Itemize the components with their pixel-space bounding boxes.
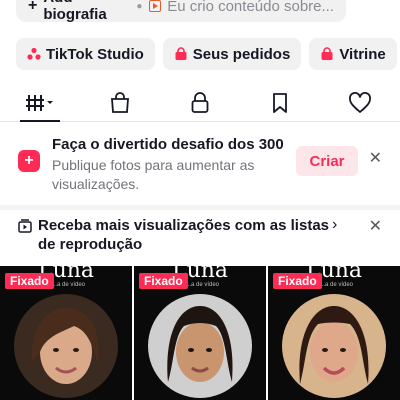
portrait-image <box>282 294 386 398</box>
heart-icon <box>349 91 371 113</box>
playlist-banner[interactable]: Receba mais visualizações com as listas … <box>0 210 400 266</box>
quick-actions: TikTok Studio Seus pedidos Vitrine <box>16 38 397 70</box>
tab-videos[interactable] <box>0 84 80 121</box>
shop-icon <box>320 47 334 61</box>
portrait-image <box>148 294 252 398</box>
studio-icon <box>27 47 41 61</box>
video-icon <box>149 0 162 12</box>
video-thumbnail[interactable]: Luna ...a de vídeo Fixado <box>268 266 400 400</box>
plus-icon: + <box>28 0 38 14</box>
video-tagline: ...a de vídeo <box>186 282 220 288</box>
chip-seus-pedidos[interactable]: Seus pedidos <box>162 38 302 70</box>
video-thumbnail[interactable]: Luna ...a de vídeo Fixado <box>134 266 266 400</box>
add-bio-label: Add biografia <box>43 0 107 23</box>
chip-vitrine[interactable]: Vitrine <box>309 38 397 70</box>
create-icon: + <box>18 150 40 172</box>
challenge-title: Faça o divertido desafio dos 300 <box>52 136 284 153</box>
video-tagline: ...a de vídeo <box>52 282 86 288</box>
bio-hint: Eu crio conteúdo sobre... <box>167 0 334 15</box>
video-tagline: ...a de vídeo <box>320 282 354 288</box>
chevron-right-icon[interactable]: › <box>332 216 337 234</box>
tab-private[interactable] <box>160 84 240 121</box>
video-thumbnail[interactable]: Luna ...a de vídeo Fixado <box>0 266 132 400</box>
add-bio-button[interactable]: + Add biografia ● Eu crio conteúdo sobre… <box>16 0 346 23</box>
pinned-badge: Fixado <box>273 273 322 289</box>
tab-saved[interactable] <box>240 84 320 121</box>
grid-icon <box>26 94 53 111</box>
playlist-icon <box>18 219 32 233</box>
chip-label: Seus pedidos <box>192 45 291 63</box>
profile-tabs <box>0 84 400 122</box>
video-grid: Luna ...a de vídeo Fixado Luna ...a de v… <box>0 266 400 400</box>
challenge-banner[interactable]: + Faça o divertido desafio dos 300 Publi… <box>0 128 400 204</box>
bag-icon <box>174 47 188 61</box>
pinned-badge: Fixado <box>139 273 188 289</box>
playlist-title: Receba mais visualizações com as listas … <box>38 217 329 253</box>
separator-dot: ● <box>136 0 143 12</box>
tab-shop[interactable] <box>80 84 160 121</box>
challenge-subtitle: Publique fotos para aumentar as visualiz… <box>52 157 255 192</box>
pinned-badge: Fixado <box>5 273 54 289</box>
tab-liked[interactable] <box>320 84 400 121</box>
chip-label: TikTok Studio <box>46 45 144 63</box>
bookmark-icon <box>273 92 287 113</box>
shop-bag-icon <box>111 91 129 113</box>
chip-label: Vitrine <box>339 45 386 63</box>
lock-icon <box>191 91 209 113</box>
close-icon[interactable]: ✕ <box>369 148 382 168</box>
create-button[interactable]: Criar <box>296 146 358 176</box>
chip-tiktok-studio[interactable]: TikTok Studio <box>16 38 155 70</box>
close-icon[interactable]: ✕ <box>369 216 382 236</box>
portrait-image <box>14 294 118 398</box>
